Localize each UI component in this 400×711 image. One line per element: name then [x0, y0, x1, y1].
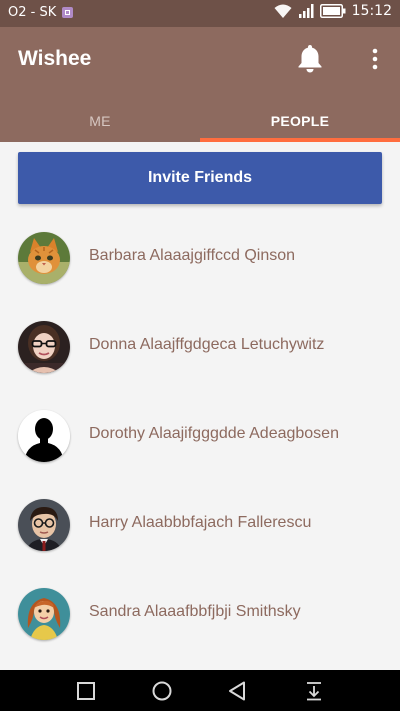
clock: 15:12 [351, 3, 392, 19]
default-user-silhouette-icon [18, 410, 70, 462]
person-name: Barbara Alaaajgiffccd Qinson [89, 247, 296, 264]
woman-avatar-icon [18, 321, 70, 373]
app-bar: Wishee ME PEOPLE [0, 27, 400, 142]
back-icon[interactable] [226, 679, 250, 703]
list-item[interactable]: Donna Alaajffgdgeca Letuchywitz [0, 303, 400, 392]
sim-app-icon [62, 7, 74, 18]
people-list: Barbara Alaaajgiffccd Qinson Donna Alaaj… [0, 214, 400, 659]
list-item[interactable]: Sandra Alaaafbbfjbji Smithsky [0, 570, 400, 659]
avatar [18, 232, 70, 284]
people-content: Invite Friends Barbara Alaaajgiffccd Qin… [0, 142, 400, 670]
avatar [18, 410, 70, 462]
list-item[interactable]: Dorothy Alaajifgggdde Adeagbosen [0, 392, 400, 481]
tab-me[interactable]: ME [0, 99, 200, 142]
person-name: Sandra Alaaafbbfjbji Smithsky [89, 603, 301, 620]
avatar [18, 499, 70, 551]
person-name: Donna Alaajffgdgeca Letuchywitz [89, 336, 325, 353]
overflow-menu-icon[interactable] [366, 47, 384, 71]
tab-bar: ME PEOPLE [0, 99, 400, 142]
screen: O2 - SK 15:12 Wishee ME PEOPLE Invite Fr… [0, 0, 400, 711]
avatar [18, 588, 70, 640]
list-item[interactable]: Barbara Alaaajgiffccd Qinson [0, 214, 400, 303]
cartoon-girl-avatar-icon [18, 588, 70, 640]
battery-icon [319, 4, 346, 18]
avatar [18, 321, 70, 373]
person-name: Harry Alaabbbfajach Fallerescu [89, 514, 312, 531]
system-nav-bar [0, 670, 400, 711]
notification-shade-icon[interactable] [302, 679, 326, 703]
status-right: 15:12 [274, 3, 392, 19]
person-name: Dorothy Alaajifgggdde Adeagbosen [89, 425, 339, 442]
cat-avatar-icon [18, 232, 70, 284]
status-bar: O2 - SK 15:12 [0, 0, 400, 27]
signal-icon [298, 4, 314, 18]
carrier-label: O2 - SK [8, 5, 57, 20]
wifi-icon [274, 4, 292, 18]
invite-friends-button[interactable]: Invite Friends [18, 152, 382, 204]
home-icon[interactable] [150, 679, 174, 703]
status-left: O2 - SK [8, 5, 74, 20]
app-title: Wishee [18, 47, 92, 70]
bell-icon[interactable] [296, 43, 324, 73]
list-item[interactable]: Harry Alaabbbfajach Fallerescu [0, 481, 400, 570]
recent-apps-icon[interactable] [74, 679, 98, 703]
tab-people[interactable]: PEOPLE [200, 99, 400, 142]
boy-avatar-icon [18, 499, 70, 551]
